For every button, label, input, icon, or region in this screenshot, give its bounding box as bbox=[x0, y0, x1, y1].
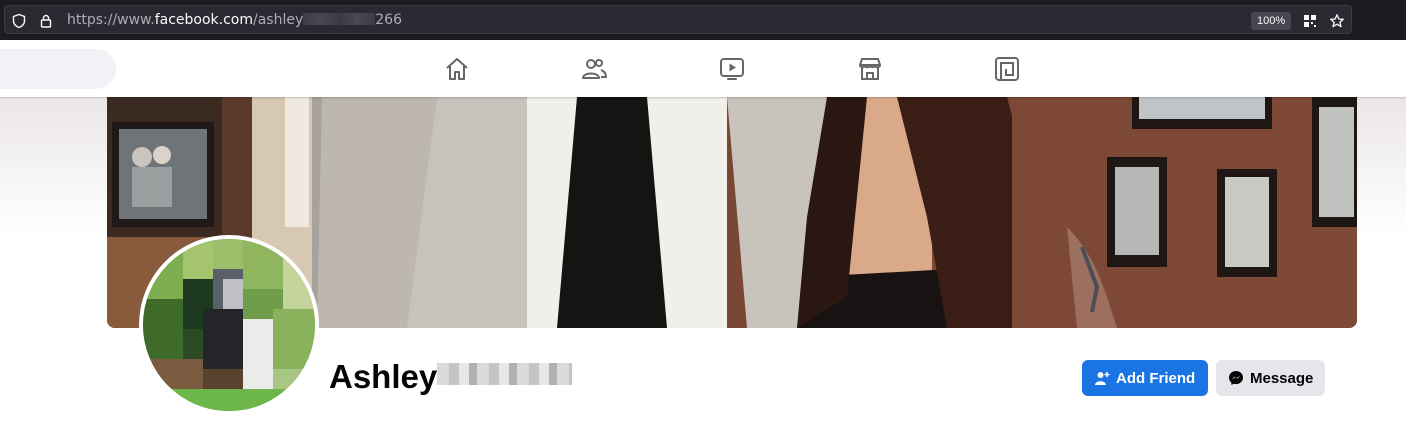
watch-icon[interactable] bbox=[718, 55, 746, 83]
url-prefix: https://www. bbox=[67, 12, 155, 28]
zoom-indicator[interactable]: 100% bbox=[1251, 12, 1292, 30]
shield-icon[interactable] bbox=[11, 13, 27, 29]
url-host: facebook.com bbox=[154, 12, 253, 28]
url-field[interactable]: https://www.facebook.com/ashley 266 100% bbox=[4, 5, 1352, 34]
url-path: /ashley bbox=[253, 12, 304, 28]
friends-icon[interactable] bbox=[580, 55, 608, 83]
add-friend-button[interactable]: Add Friend bbox=[1082, 360, 1208, 396]
facebook-top-nav bbox=[0, 40, 1406, 97]
profile-picture[interactable] bbox=[143, 239, 315, 411]
lock-icon[interactable] bbox=[38, 13, 54, 29]
profile-picture-image bbox=[143, 239, 315, 411]
gaming-icon[interactable] bbox=[993, 55, 1021, 83]
message-label: Message bbox=[1250, 369, 1314, 387]
home-icon[interactable] bbox=[443, 55, 471, 83]
profile-name: Ashley bbox=[329, 358, 573, 398]
last-name-redaction bbox=[437, 363, 573, 386]
add-friend-icon bbox=[1095, 372, 1110, 385]
url-text: https://www.facebook.com/ashley 266 bbox=[67, 12, 402, 28]
bookmark-star-icon[interactable] bbox=[1329, 13, 1345, 29]
url-redaction bbox=[303, 13, 376, 25]
marketplace-icon[interactable] bbox=[856, 55, 884, 83]
qr-code-icon[interactable] bbox=[1302, 13, 1318, 29]
add-friend-label: Add Friend bbox=[1116, 369, 1196, 387]
browser-toolbar: https://www.facebook.com/ashley 266 100% bbox=[0, 0, 1406, 40]
url-suffix: 266 bbox=[375, 12, 402, 28]
message-button[interactable]: Message bbox=[1216, 360, 1325, 396]
search-input[interactable] bbox=[0, 49, 116, 89]
profile-first-name: Ashley bbox=[329, 358, 438, 395]
messenger-icon bbox=[1229, 371, 1243, 385]
